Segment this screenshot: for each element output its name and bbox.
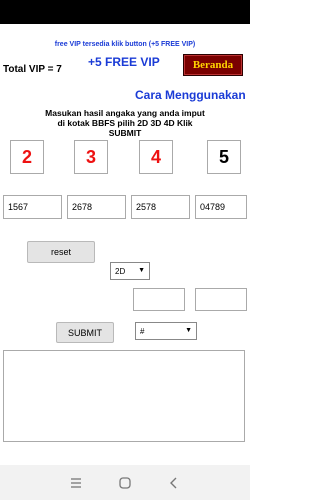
bbfs-input-4[interactable]: [195, 195, 247, 219]
mode-select-value: 2D: [115, 266, 126, 276]
reset-button[interactable]: reset: [27, 241, 95, 263]
beranda-label: Beranda: [192, 59, 234, 71]
mode-select[interactable]: 2D ▼: [110, 262, 150, 280]
chevron-down-icon: ▼: [138, 267, 145, 274]
total-vip-label: Total VIP = 7: [3, 64, 62, 75]
home-icon[interactable]: [115, 473, 135, 493]
instruction-line: Masukan hasil angaka yang anda imput di …: [45, 108, 205, 138]
status-bar: [0, 0, 250, 24]
hash-select[interactable]: # ▼: [135, 322, 197, 340]
bbfs-input-3[interactable]: [131, 195, 190, 219]
submit-button[interactable]: SUBMIT: [56, 322, 114, 343]
chevron-down-icon: ▼: [185, 327, 192, 334]
result-box-2[interactable]: [195, 288, 247, 311]
digit-box-3: 4: [139, 140, 173, 174]
system-nav-bar: [0, 465, 250, 500]
free-vip-button[interactable]: +5 FREE VIP: [88, 55, 160, 69]
back-icon[interactable]: [164, 473, 184, 493]
free-vip-note: free VIP tersedia klik button (+5 FREE V…: [54, 41, 196, 48]
hash-select-value: #: [140, 326, 145, 336]
bbfs-input-2[interactable]: [67, 195, 126, 219]
result-box-1[interactable]: [133, 288, 185, 311]
digit-box-1: 2: [10, 140, 44, 174]
cara-menggunakan-link[interactable]: Cara Menggunakan: [135, 88, 246, 102]
digit-box-4: 5: [207, 140, 241, 174]
recent-apps-icon[interactable]: [66, 473, 86, 493]
result-textarea[interactable]: [3, 350, 245, 442]
instruction-text: Masukan hasil angaka yang anda imput di …: [0, 108, 250, 138]
digit-box-2: 3: [74, 140, 108, 174]
beranda-button[interactable]: Beranda: [183, 54, 243, 76]
bbfs-input-1[interactable]: [3, 195, 62, 219]
